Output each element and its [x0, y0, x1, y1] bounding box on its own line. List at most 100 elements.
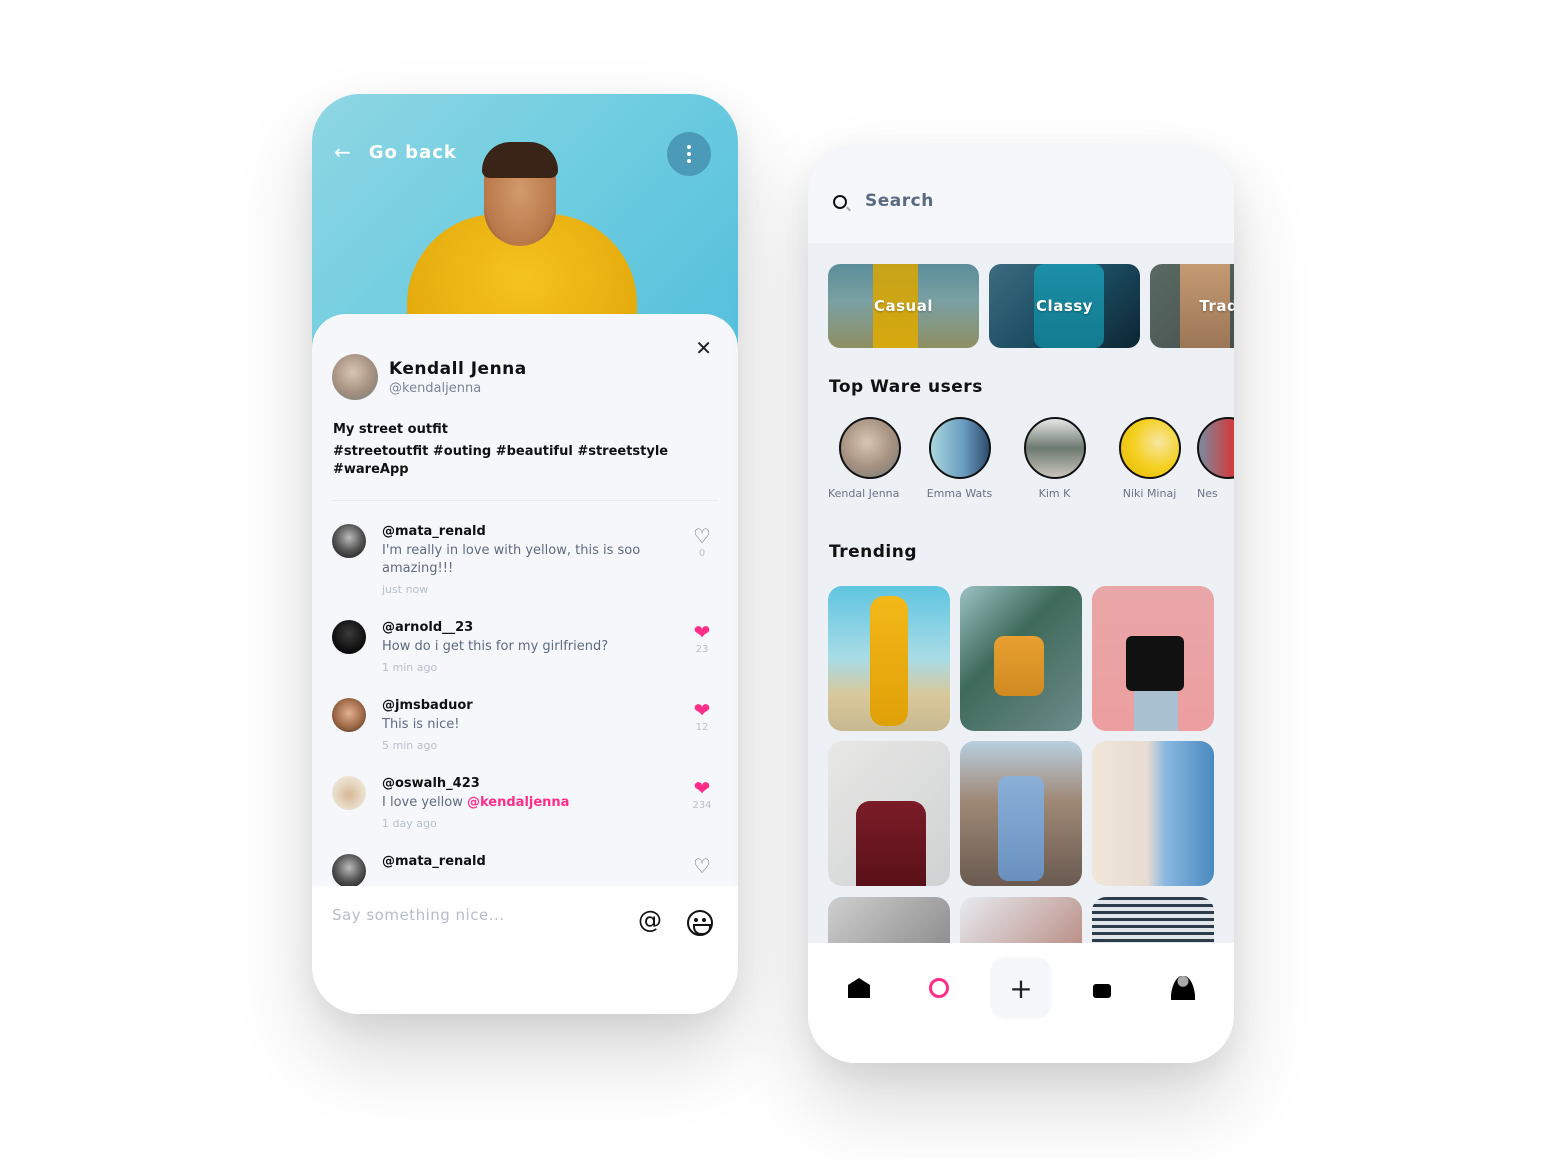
like-button[interactable]: ❤ 23 [690, 622, 714, 655]
category-label: Classy [1036, 297, 1093, 315]
avatar[interactable] [332, 620, 366, 654]
comment-item: @oswalh_423 I love yellow @kendaljenna 1… [332, 776, 718, 830]
trending-item[interactable] [828, 586, 950, 731]
user-name: Niki Minaj [1122, 487, 1177, 500]
dot [687, 159, 691, 163]
post-detail-screen: ← Go back ✕ Kendall Jenna @kendaljenna M… [312, 94, 738, 1014]
comment-item: @arnold__23 How do i get this for my gir… [332, 620, 718, 674]
comment-time: just now [382, 583, 429, 596]
dot [687, 152, 691, 156]
top-user[interactable]: Niki Minaj [1102, 417, 1197, 500]
category-casual[interactable]: Casual [828, 264, 979, 348]
trending-item[interactable] [828, 741, 950, 886]
back-button[interactable]: ← Go back [334, 140, 457, 164]
like-button[interactable]: ❤ 12 [690, 700, 714, 733]
author-name: Kendall Jenna [389, 358, 527, 379]
avatar[interactable] [332, 776, 366, 810]
more-options-button[interactable] [667, 132, 711, 176]
comment-item: @mata_renald ♡ [332, 854, 718, 888]
trending-item[interactable] [1092, 586, 1214, 731]
caption-hashtags: #streetoutfit #outing #beautiful #street… [333, 444, 669, 477]
like-count: 12 [695, 722, 709, 733]
post-caption: My street outfit #streetoutfit #outing #… [333, 422, 713, 479]
user-name: Nes [1197, 487, 1218, 500]
bottom-nav: + [808, 943, 1234, 1063]
top-users-title: Top Ware users [829, 377, 983, 397]
comment-time: 1 min ago [382, 661, 438, 674]
at-icon[interactable]: @ [638, 906, 662, 934]
avatar [928, 417, 991, 479]
like-button[interactable]: ♡ [690, 856, 714, 876]
comment-time: 1 day ago [382, 817, 437, 830]
like-count: 234 [692, 800, 712, 811]
top-user[interactable]: Emma Wats [912, 417, 1007, 500]
like-button[interactable]: ❤ 234 [690, 778, 714, 811]
avatar[interactable] [332, 854, 366, 888]
comment-input[interactable] [332, 906, 612, 924]
profile-icon[interactable] [1163, 973, 1203, 1003]
like-count: 23 [695, 644, 709, 655]
comment-item: @jmsbaduor This is nice! 5 min ago ❤ 12 [332, 698, 718, 752]
divider [332, 500, 718, 501]
trending-item[interactable] [960, 586, 1082, 731]
trending-grid [828, 586, 1214, 886]
bag-icon[interactable] [1082, 973, 1122, 1003]
avatar[interactable] [332, 524, 366, 558]
avatar [1118, 417, 1181, 479]
arrow-left-icon: ← [334, 140, 351, 164]
top-user[interactable]: Kim K [1007, 417, 1102, 500]
trending-item[interactable] [960, 741, 1082, 886]
heart-filled-icon: ❤ [693, 776, 711, 800]
comment-user[interactable]: @arnold__23 [382, 620, 658, 635]
avatar [1023, 417, 1086, 479]
close-icon[interactable]: ✕ [695, 336, 712, 360]
like-button[interactable]: ♡ 0 [690, 526, 714, 559]
user-name: Emma Wats [926, 487, 993, 500]
like-count: 0 [698, 548, 706, 559]
category-label: Casual [873, 297, 933, 315]
comment-user[interactable]: @jmsbaduor [382, 698, 658, 713]
comment-user[interactable]: @mata_renald [382, 854, 658, 869]
user-name: Kendal Jenna [828, 487, 900, 500]
comment-text-body: I love yellow [382, 795, 467, 810]
search-input[interactable] [865, 191, 1165, 211]
top-user[interactable]: Nes [1197, 417, 1234, 500]
heart-filled-icon: ❤ [693, 620, 711, 644]
search-icon [833, 195, 847, 209]
search-screen: Casual Classy Tradit Top Ware users Kend… [808, 145, 1234, 1063]
caption-title: My street outfit [333, 422, 448, 437]
top-user[interactable]: Kendal Jenna [828, 417, 912, 500]
comment-mention[interactable]: @kendaljenna [467, 795, 569, 810]
search-bar [808, 145, 1234, 243]
comment-composer: @ [312, 886, 738, 1014]
category-classy[interactable]: Classy [989, 264, 1140, 348]
comment-item: @mata_renald I'm really in love with yel… [332, 524, 718, 596]
avatar [332, 354, 378, 400]
avatar [1197, 417, 1234, 479]
trending-title: Trending [829, 542, 918, 562]
comment-time: 5 min ago [382, 739, 438, 752]
smiley-icon[interactable] [687, 910, 713, 936]
comment-user[interactable]: @oswalh_423 [382, 776, 658, 791]
comments-sheet: ✕ Kendall Jenna @kendaljenna My street o… [312, 314, 738, 1014]
trending-item[interactable] [1092, 741, 1214, 886]
comment-user[interactable]: @mata_renald [382, 524, 658, 539]
comment-text: How do i get this for my girlfriend? [382, 639, 609, 654]
home-icon[interactable] [839, 973, 879, 1003]
heart-outline-icon: ♡ [693, 854, 711, 878]
comment-text: This is nice! [382, 717, 460, 732]
plus-icon[interactable]: + [990, 957, 1052, 1019]
category-list: Casual Classy Tradit [828, 264, 1234, 348]
avatar[interactable] [332, 698, 366, 732]
hero-hair [482, 142, 558, 178]
more-vertical-icon [687, 145, 691, 149]
comment-text: I'm really in love with yellow, this is … [382, 543, 641, 576]
heart-filled-icon: ❤ [693, 698, 711, 722]
category-label: Tradit [1199, 297, 1234, 315]
post-author[interactable]: Kendall Jenna @kendaljenna [332, 354, 527, 400]
search-icon[interactable] [919, 973, 959, 1003]
category-traditional[interactable]: Tradit [1150, 264, 1234, 348]
avatar [839, 417, 901, 479]
back-label: Go back [368, 141, 457, 163]
comment-list: @mata_renald I'm really in love with yel… [332, 524, 718, 894]
